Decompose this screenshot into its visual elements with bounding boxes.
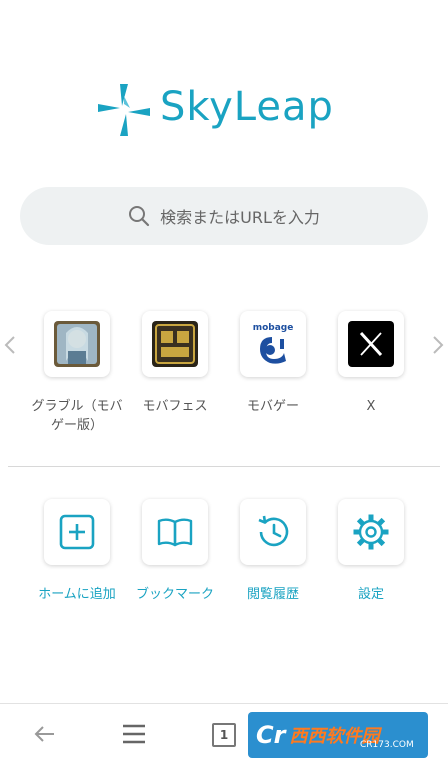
logo-wordmark: SkyLeap bbox=[160, 84, 334, 130]
action-label: 閲覧履歴 bbox=[246, 587, 299, 602]
action-add-to-home[interactable]: ホームに追加 bbox=[29, 499, 125, 604]
action-tile[interactable] bbox=[142, 499, 208, 565]
chevron-left-icon[interactable] bbox=[2, 334, 18, 356]
action-bookmark[interactable]: ブックマーク bbox=[127, 499, 223, 604]
search-bar[interactable]: 検索またはURLを入力 bbox=[20, 187, 428, 245]
menu-icon[interactable] bbox=[121, 720, 147, 748]
mobafes-app-icon bbox=[152, 321, 198, 367]
shortcut-tile[interactable] bbox=[44, 311, 110, 377]
skyleap-logo: SkyLeap bbox=[96, 82, 356, 138]
shortcut-tile[interactable]: mobage bbox=[240, 311, 306, 377]
shortcut-label: モバフェス bbox=[142, 399, 208, 414]
watermark: Cr 西西软件园 CR173.COM bbox=[248, 712, 428, 758]
book-icon bbox=[157, 518, 193, 547]
skyleap-logo-icon bbox=[98, 84, 150, 136]
action-label: ホームに追加 bbox=[38, 587, 116, 602]
action-label: ブックマーク bbox=[135, 587, 214, 602]
shortcut-mobage[interactable]: mobage モバゲー bbox=[225, 311, 321, 416]
shortcut-label: モバゲー bbox=[246, 399, 299, 414]
history-icon bbox=[258, 515, 289, 547]
watermark-sub: CR173.COM bbox=[360, 740, 414, 750]
mobage-icon-text: mobage bbox=[252, 323, 294, 333]
chevron-right-icon[interactable] bbox=[430, 334, 446, 356]
action-settings[interactable]: 設定 bbox=[323, 499, 419, 604]
shortcut-label: X bbox=[366, 399, 376, 414]
action-label: 設定 bbox=[357, 587, 384, 602]
shortcut-granblue[interactable]: グラブル（モバゲー版） bbox=[29, 311, 125, 435]
search-icon bbox=[129, 206, 150, 227]
section-divider bbox=[8, 466, 440, 467]
granblue-app-icon bbox=[54, 321, 100, 367]
x-app-icon bbox=[348, 321, 394, 367]
tab-count-button[interactable]: 1 bbox=[212, 723, 236, 747]
shortcut-mobafes[interactable]: モバフェス bbox=[127, 311, 223, 416]
action-tile[interactable] bbox=[44, 499, 110, 565]
watermark-cr: Cr bbox=[256, 721, 286, 749]
action-tile[interactable] bbox=[240, 499, 306, 565]
shortcut-tile[interactable] bbox=[142, 311, 208, 377]
shortcut-tile[interactable] bbox=[338, 311, 404, 377]
action-tile[interactable] bbox=[338, 499, 404, 565]
gear-icon bbox=[353, 514, 389, 550]
mobage-app-icon bbox=[260, 337, 286, 364]
shortcut-label: グラブル（モバゲー版） bbox=[31, 399, 123, 433]
back-arrow-icon[interactable] bbox=[32, 720, 58, 748]
add-square-icon bbox=[59, 514, 95, 550]
shortcut-x[interactable]: X bbox=[323, 311, 419, 416]
action-history[interactable]: 閲覧履歴 bbox=[225, 499, 321, 604]
search-placeholder: 検索またはURLを入力 bbox=[160, 208, 320, 227]
